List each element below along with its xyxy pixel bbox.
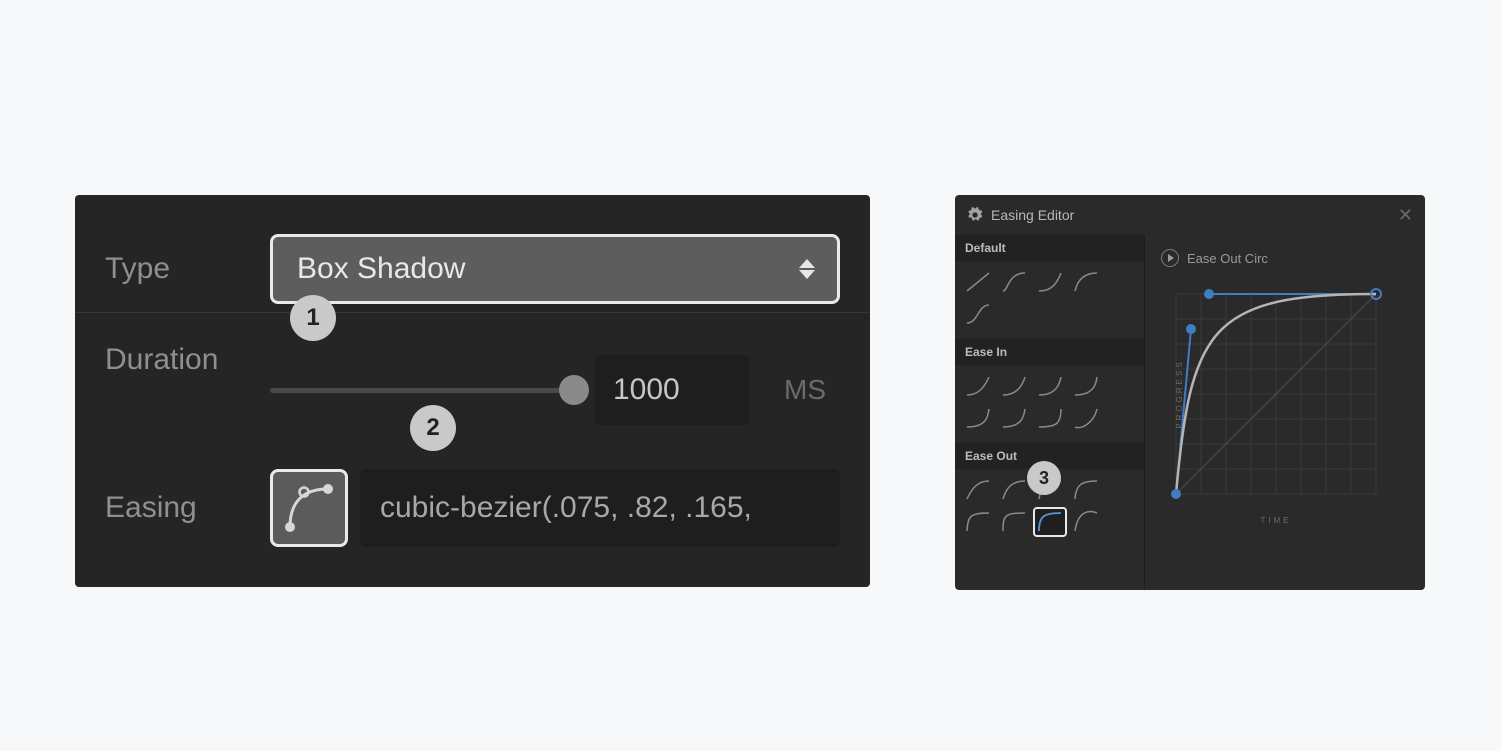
slider-thumb[interactable] [559, 375, 589, 405]
duration-value: 1000 [613, 373, 680, 407]
ease-in-presets [955, 365, 1144, 443]
dropdown-chevron-icon [799, 259, 815, 279]
type-dropdown[interactable]: Box Shadow [270, 234, 840, 304]
bezier-graph[interactable]: PROGRESS TIME [1161, 279, 1391, 509]
easing-value: cubic-bezier(.075, .82, .165, [380, 491, 752, 525]
preset-ease-in-quad[interactable] [997, 371, 1031, 401]
time-axis-label: TIME [1260, 516, 1291, 525]
duration-row: Duration 1000 MS [75, 313, 870, 453]
preset-ease-in-back[interactable] [1069, 403, 1103, 433]
curve-title-row: Ease Out Circ [1161, 249, 1409, 267]
preset-ease-out-sine[interactable] [961, 475, 995, 505]
preset-ease-out-quart[interactable] [1069, 475, 1103, 505]
duration-controls: 1000 MS [270, 343, 840, 425]
callout-badge-2: 2 [410, 405, 456, 451]
close-icon[interactable]: ✕ [1398, 206, 1413, 224]
easing-curve-button[interactable] [270, 469, 348, 547]
preset-ease-in-quint[interactable] [961, 403, 995, 433]
curve-name: Ease Out Circ [1187, 251, 1268, 266]
easing-editor-header: Easing Editor ✕ [955, 195, 1425, 235]
preset-ease-out-circ[interactable] [1033, 507, 1067, 537]
duration-input[interactable]: 1000 [595, 355, 750, 425]
preset-ease-in-sine[interactable] [961, 371, 995, 401]
duration-label: Duration [105, 343, 270, 377]
easing-label: Easing [105, 491, 270, 525]
easing-input[interactable]: cubic-bezier(.075, .82, .165, [360, 469, 840, 547]
preset-linear[interactable] [961, 267, 995, 297]
callout-badge-3: 3 [1027, 461, 1061, 495]
section-default-header: Default [955, 235, 1144, 261]
preset-ease-in-quart[interactable] [1069, 371, 1103, 401]
easing-editor-title: Easing Editor [991, 207, 1074, 223]
type-label: Type [105, 252, 270, 286]
ease-out-presets: 3 [955, 469, 1144, 547]
callout-badge-1: 1 [290, 295, 336, 341]
progress-axis-label: PROGRESS [1175, 359, 1184, 428]
preset-ease[interactable] [997, 267, 1031, 297]
type-row: Type Box Shadow [75, 225, 870, 313]
easing-editor-panel: Easing Editor ✕ Default Ease In [955, 195, 1425, 590]
preset-ease-in-default[interactable] [1033, 267, 1067, 297]
easing-row: Easing cubic-bezier(.075, .82, .165, [75, 453, 870, 563]
preset-ease-out-default[interactable] [1069, 267, 1103, 297]
default-presets [955, 261, 1144, 339]
gear-icon [967, 207, 983, 223]
duration-unit: MS [770, 374, 840, 406]
preset-ease-out-back[interactable] [1069, 507, 1103, 537]
preset-ease-in-out-default[interactable] [961, 299, 995, 329]
preset-ease-in-cubic[interactable] [1033, 371, 1067, 401]
easing-editor-body: Default Ease In Ease Out [955, 235, 1425, 590]
preset-ease-out-quint[interactable] [961, 507, 995, 537]
duration-slider[interactable] [270, 388, 575, 393]
bezier-icon [284, 483, 334, 533]
easing-presets-sidebar: Default Ease In Ease Out [955, 235, 1145, 590]
preset-ease-out-quad[interactable] [997, 475, 1031, 505]
preset-ease-in-circ[interactable] [1033, 403, 1067, 433]
type-value: Box Shadow [297, 252, 465, 286]
preset-ease-in-expo[interactable] [997, 403, 1031, 433]
play-icon[interactable] [1161, 249, 1179, 267]
preset-ease-out-expo[interactable] [997, 507, 1031, 537]
transition-panel: Type Box Shadow Duration 1000 MS Easing [75, 195, 870, 587]
section-ease-in-header: Ease In [955, 339, 1144, 365]
easing-graph-area: Ease Out Circ [1145, 235, 1425, 590]
